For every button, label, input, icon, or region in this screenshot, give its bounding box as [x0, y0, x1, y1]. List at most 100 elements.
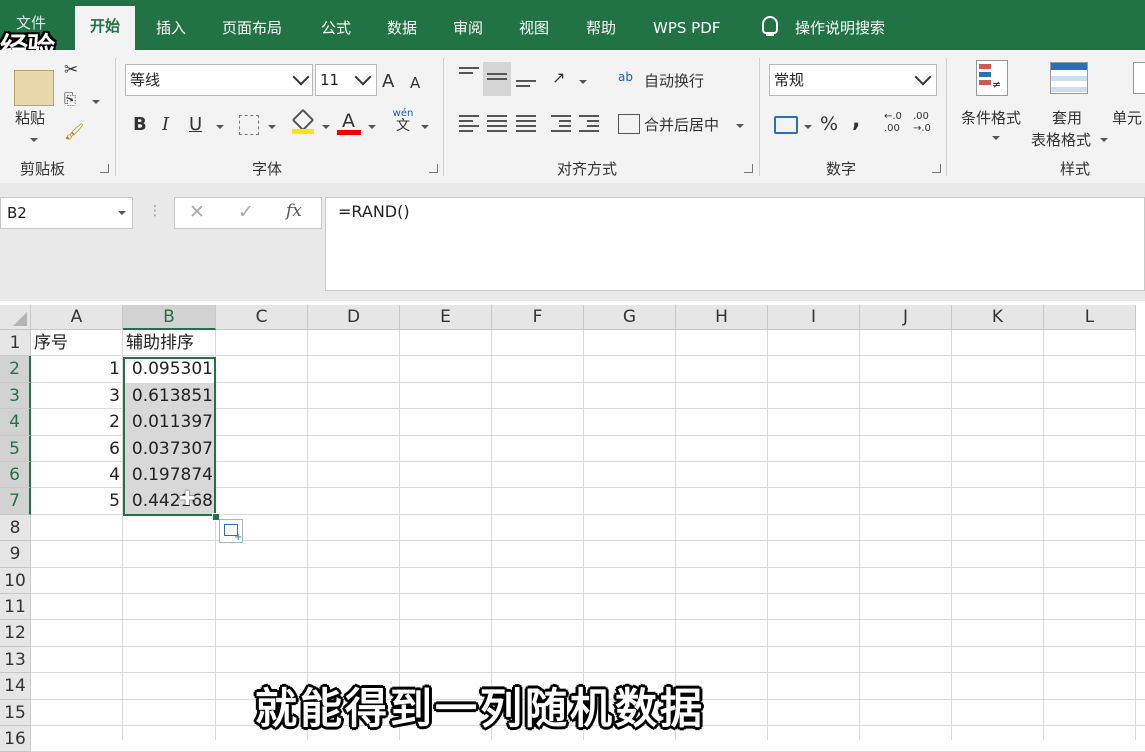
wrap-text-button[interactable]: 自动换行: [644, 70, 704, 91]
cell-a4[interactable]: 2: [31, 409, 123, 435]
cell-b7[interactable]: 0.442168: [123, 488, 216, 514]
column-header-f[interactable]: F: [492, 305, 584, 330]
cell-b2[interactable]: 0.095301: [123, 356, 216, 382]
format-painter-icon[interactable]: 🖌: [64, 122, 84, 141]
tab-data[interactable]: 数据: [387, 15, 417, 41]
column-header-i[interactable]: I: [768, 305, 860, 330]
number-format-select[interactable]: 常规: [769, 64, 937, 96]
tab-review[interactable]: 审阅: [453, 15, 483, 41]
tab-wps-pdf[interactable]: WPS PDF: [653, 15, 720, 41]
column-header-b[interactable]: B: [123, 305, 216, 330]
font-color-icon[interactable]: A: [337, 110, 361, 136]
row-header-1[interactable]: 1: [0, 330, 31, 357]
cell-styles-button[interactable]: 单元: [1112, 107, 1142, 128]
cell-a5[interactable]: 6: [31, 436, 123, 462]
cell-a1[interactable]: 序号: [31, 330, 123, 356]
alignment-launcher-icon[interactable]: [744, 164, 753, 173]
column-header-e[interactable]: E: [400, 305, 492, 330]
column-header-h[interactable]: H: [676, 305, 768, 330]
percent-style-button[interactable]: %: [820, 113, 838, 135]
format-as-table-icon[interactable]: [1050, 62, 1088, 94]
merge-center-button[interactable]: 合并后居中: [644, 114, 719, 135]
shrink-font-icon[interactable]: A: [410, 74, 420, 92]
number-launcher-icon[interactable]: [932, 164, 941, 173]
align-top-icon[interactable]: [459, 67, 479, 85]
name-box[interactable]: B2: [0, 197, 133, 229]
accounting-format-icon[interactable]: [774, 116, 798, 134]
row-header-10[interactable]: 10: [0, 567, 31, 594]
formula-input[interactable]: =RAND(): [325, 197, 1145, 291]
column-header-j[interactable]: J: [860, 305, 952, 330]
cell-b1[interactable]: 辅助排序: [123, 330, 216, 356]
column-header-a[interactable]: A: [31, 305, 123, 330]
borders-icon[interactable]: [239, 115, 259, 135]
row-header-13[interactable]: 13: [0, 646, 31, 674]
conditional-format-button[interactable]: 条件格式: [961, 107, 1021, 128]
orientation-icon[interactable]: ↗: [552, 68, 565, 87]
confirm-icon[interactable]: ✓: [238, 201, 254, 223]
clipboard-launcher-icon[interactable]: [100, 164, 109, 173]
tell-me-search[interactable]: 操作说明搜索: [795, 15, 885, 41]
increase-indent-icon[interactable]: [579, 115, 599, 133]
column-header-l[interactable]: L: [1044, 305, 1136, 330]
italic-button[interactable]: I: [162, 114, 169, 135]
align-right-icon[interactable]: [516, 115, 536, 133]
phonetic-guide-icon[interactable]: wén 文: [391, 108, 415, 136]
bold-button[interactable]: B: [133, 114, 147, 135]
cell-b5[interactable]: 0.037307: [123, 436, 216, 462]
cancel-icon[interactable]: ✕: [189, 201, 205, 223]
font-launcher-icon[interactable]: [429, 164, 438, 173]
column-header-c[interactable]: C: [216, 305, 308, 330]
merge-center-icon[interactable]: [618, 114, 640, 134]
row-header-3[interactable]: 3: [0, 382, 31, 410]
select-all-button[interactable]: [0, 305, 31, 330]
cell-a2[interactable]: 1: [31, 356, 123, 382]
increase-decimal-icon[interactable]: ←.0.00: [884, 111, 902, 135]
format-as-table-button[interactable]: 表格格式: [1031, 129, 1091, 150]
decrease-indent-icon[interactable]: [551, 115, 571, 133]
tab-page-layout[interactable]: 页面布局: [222, 15, 282, 41]
paste-button[interactable]: 粘贴: [15, 107, 45, 128]
format-as-table-label-1[interactable]: 套用: [1052, 107, 1082, 128]
row-header-4[interactable]: 4: [0, 409, 31, 436]
align-middle-icon[interactable]: [487, 73, 507, 91]
row-header-8[interactable]: 8: [0, 514, 31, 542]
row-header-6[interactable]: 6: [0, 462, 31, 489]
tab-view[interactable]: 视图: [519, 15, 549, 41]
paste-icon[interactable]: [14, 70, 54, 106]
row-header-5[interactable]: 5: [0, 435, 31, 462]
row-header-7[interactable]: 7: [0, 488, 31, 515]
tab-insert[interactable]: 插入: [156, 15, 186, 41]
insert-function-icon[interactable]: fx: [286, 201, 302, 221]
row-header-12[interactable]: 12: [0, 620, 31, 647]
underline-button[interactable]: U: [189, 114, 202, 135]
column-header-d[interactable]: D: [308, 305, 400, 330]
cell-b6[interactable]: 0.197874: [123, 462, 216, 488]
row-header-16[interactable]: 16: [0, 726, 31, 752]
row-header-9[interactable]: 9: [0, 541, 31, 568]
cut-icon[interactable]: ✂: [64, 60, 78, 80]
tab-help[interactable]: 帮助: [586, 15, 616, 41]
align-left-icon[interactable]: [459, 115, 479, 133]
cell-a6[interactable]: 4: [31, 462, 123, 488]
cell-styles-icon[interactable]: [1133, 62, 1145, 94]
column-header-g[interactable]: G: [584, 305, 676, 330]
conditional-format-icon[interactable]: ≠: [976, 60, 1008, 96]
cell-a3[interactable]: 3: [31, 383, 123, 409]
row-header-11[interactable]: 11: [0, 594, 31, 621]
font-name-select[interactable]: 等线: [125, 64, 313, 96]
row-header-15[interactable]: 15: [0, 699, 31, 726]
copy-icon[interactable]: ⎘: [64, 90, 76, 108]
fill-color-icon[interactable]: [291, 108, 315, 134]
wrap-text-icon[interactable]: ab: [618, 70, 633, 84]
row-header-14[interactable]: 14: [0, 673, 31, 700]
decrease-decimal-icon[interactable]: .00 →.0: [913, 111, 931, 135]
align-center-icon[interactable]: [487, 115, 507, 133]
grow-font-icon[interactable]: A: [382, 71, 394, 92]
comma-style-button[interactable]: ,: [852, 108, 860, 133]
quick-analysis-icon[interactable]: +: [219, 519, 243, 543]
cell-a7[interactable]: 5: [31, 488, 123, 514]
cell-b4[interactable]: 0.011397: [123, 409, 216, 435]
tab-formulas[interactable]: 公式: [321, 15, 351, 41]
align-bottom-icon[interactable]: [516, 80, 536, 98]
